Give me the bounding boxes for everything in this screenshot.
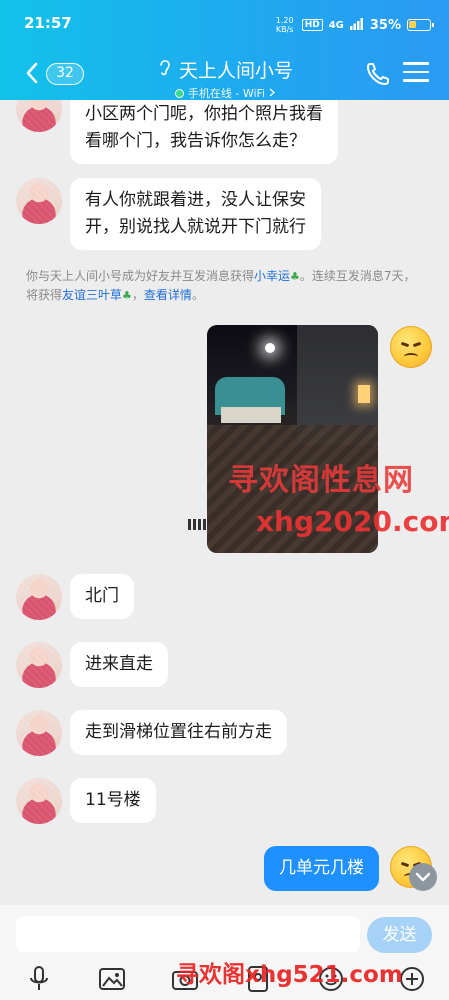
message-text-line: 看哪个门，我告诉你怎么走？ xyxy=(85,131,306,151)
battery-percent: 35% xyxy=(369,17,401,33)
contact-avatar[interactable] xyxy=(16,100,62,132)
network-speed: 1.20 KB/s xyxy=(275,16,294,34)
chevron-down-icon xyxy=(415,872,431,882)
message-bubble[interactable]: 有人你就跟着进，没人让保安 开，别说找人就说开下门就行 xyxy=(70,178,321,250)
contact-avatar[interactable] xyxy=(16,778,62,824)
message-text-line: 小区两个门呢，你拍个照片我看 xyxy=(85,104,323,124)
message-text: 11号楼 xyxy=(85,790,141,810)
message-bubble[interactable]: 小区两个门呢，你拍个照片我看 看哪个门，我告诉你怎么走？ xyxy=(70,100,338,164)
back-button[interactable] xyxy=(18,58,48,88)
my-avatar[interactable] xyxy=(390,326,432,368)
contact-name: 天上人间小号 xyxy=(178,60,293,82)
message-text: 进来直走 xyxy=(85,654,153,674)
microphone-icon[interactable] xyxy=(24,964,54,994)
chat-header: 21:57 1.20 KB/s HD 4G 35% 32 天上人间小号 手机在线… xyxy=(0,0,449,100)
scroll-to-bottom-button[interactable] xyxy=(409,863,437,891)
status-time: 21:57 xyxy=(24,14,72,32)
system-note-text: 。 xyxy=(191,288,204,302)
my-message-bubble[interactable]: 几单元几楼 xyxy=(264,846,379,891)
watermark-text: 寻欢阁性息网 xyxy=(228,463,414,498)
online-status: 手机在线 - WiFi xyxy=(100,85,350,101)
status-bar: 21:57 1.20 KB/s HD 4G 35% xyxy=(0,14,449,38)
message-input[interactable] xyxy=(16,916,360,952)
signal-icon xyxy=(349,17,364,33)
sprout-icon: ♣ xyxy=(290,270,300,283)
phone-icon xyxy=(367,63,389,85)
message-bubble[interactable]: 进来直走 xyxy=(70,642,168,687)
clover-link[interactable]: 友谊三叶草 xyxy=(62,288,122,302)
watermark-bars xyxy=(188,519,206,530)
message-text: 几单元几楼 xyxy=(279,858,364,878)
contact-avatar[interactable] xyxy=(16,642,62,688)
system-note-text: 你与天上人间小号成为好友并互发消息获得 xyxy=(26,269,255,283)
unread-count-badge[interactable]: 32 xyxy=(46,63,84,85)
voice-call-button[interactable] xyxy=(364,60,392,88)
ear-icon xyxy=(157,57,173,82)
chevron-right-icon xyxy=(269,87,276,100)
message-text: 北门 xyxy=(85,586,119,606)
friendship-system-note: 你与天上人间小号成为好友并互发消息获得小幸运♣。连续互发消息7天，将获得友谊三叶… xyxy=(26,267,426,305)
contact-avatar[interactable] xyxy=(16,178,62,224)
online-status-text: 手机在线 - WiFi xyxy=(187,87,266,100)
send-button[interactable]: 发送 xyxy=(367,917,432,953)
message-bubble[interactable]: 北门 xyxy=(70,574,134,619)
chevron-left-icon xyxy=(26,62,38,84)
message-text-line: 开，别说找人就说开下门就行 xyxy=(85,217,306,237)
hd-badge: HD xyxy=(301,19,323,31)
contact-avatar[interactable] xyxy=(16,574,62,620)
message-list[interactable]: 小区两个门呢，你拍个照片我看 看哪个门，我告诉你怎么走？ 有人你就跟着进，没人让… xyxy=(0,100,449,905)
online-dot-icon xyxy=(174,88,184,98)
system-note-text: ， xyxy=(131,288,144,302)
status-indicators: 1.20 KB/s HD 4G 35% xyxy=(274,16,434,34)
image-icon[interactable] xyxy=(97,964,127,994)
input-bar: 发送 xyxy=(0,905,449,960)
message-bubble[interactable]: 走到滑梯位置往右前方走 xyxy=(70,710,287,755)
network-type: 4G xyxy=(328,19,344,31)
message-bubble[interactable]: 11号楼 xyxy=(70,778,156,823)
bottom-watermark: 寻欢阁xhg521.com xyxy=(176,962,403,988)
lucky-link[interactable]: 小幸运 xyxy=(254,269,290,283)
menu-button[interactable] xyxy=(403,62,429,86)
contact-info[interactable]: 天上人间小号 手机在线 - WiFi xyxy=(100,56,350,101)
view-details-link[interactable]: 查看详情 xyxy=(144,288,192,302)
message-text: 走到滑梯位置往右前方走 xyxy=(85,722,272,742)
contact-avatar[interactable] xyxy=(16,710,62,756)
message-text-line: 有人你就跟着进，没人让保安 xyxy=(85,190,306,210)
watermark-url: xhg2020.com xyxy=(256,505,449,538)
battery-icon xyxy=(407,19,434,31)
clover-icon: ♣ xyxy=(122,289,132,302)
